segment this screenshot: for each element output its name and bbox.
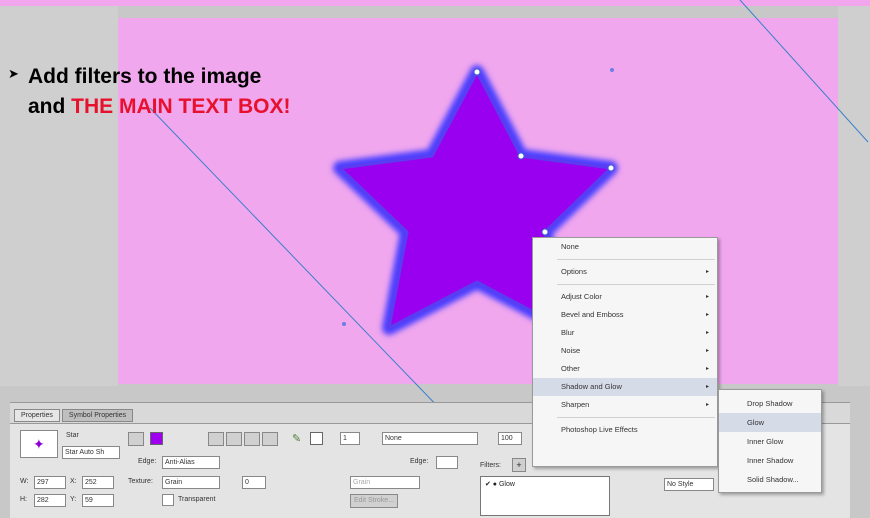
menu-item-bevel-emboss[interactable]: Bevel and Emboss ▸ bbox=[533, 306, 717, 324]
arrow-icon: ➤ bbox=[8, 66, 19, 81]
texture-label: Texture: bbox=[128, 478, 153, 485]
submenu-item-inner-glow[interactable]: Inner Glow bbox=[719, 432, 821, 451]
filter-item[interactable]: ✔ ● Glow bbox=[485, 480, 605, 488]
tool-button-1[interactable] bbox=[208, 432, 224, 446]
menu-item-options[interactable]: Options ▸ bbox=[533, 263, 717, 281]
stroke-type-select[interactable]: None bbox=[382, 432, 478, 445]
stroke-texture-select[interactable]: Grain bbox=[350, 476, 420, 489]
stroke-color-swatch[interactable] bbox=[310, 432, 323, 445]
tool-button-2[interactable] bbox=[226, 432, 242, 446]
shadow-glow-submenu: Drop Shadow Glow Inner Glow Inner Shadow… bbox=[718, 389, 822, 493]
tool-button-4[interactable] bbox=[262, 432, 278, 446]
submenu-item-drop-shadow[interactable]: Drop Shadow bbox=[719, 394, 821, 413]
chevron-right-icon: ▸ bbox=[705, 312, 709, 318]
object-name-field[interactable]: Star Auto Sh bbox=[62, 446, 120, 459]
texture-select[interactable]: Grain bbox=[162, 476, 220, 489]
y-label: Y: bbox=[70, 496, 77, 503]
edit-stroke-button[interactable]: Edit Stroke... bbox=[350, 494, 398, 508]
object-thumbnail bbox=[20, 430, 58, 458]
tool-button-3[interactable] bbox=[244, 432, 260, 446]
submenu-item-glow[interactable]: Glow bbox=[719, 413, 821, 432]
menu-separator bbox=[557, 417, 715, 418]
menu-item-sharpen[interactable]: Sharpen ▸ bbox=[533, 396, 717, 414]
tab-symbol-properties[interactable]: Symbol Properties bbox=[61, 409, 134, 422]
h-label: H: bbox=[20, 496, 27, 503]
tab-properties[interactable]: Properties bbox=[14, 409, 60, 422]
menu-item-noise[interactable]: Noise ▸ bbox=[533, 342, 717, 360]
menu-item-none[interactable]: None bbox=[533, 238, 717, 256]
chevron-right-icon: ▸ bbox=[705, 402, 709, 408]
chevron-right-icon: ▸ bbox=[705, 269, 709, 275]
fill-bucket-icon[interactable] bbox=[128, 432, 144, 446]
stroke-size-field[interactable]: 1 bbox=[340, 432, 360, 445]
menu-separator bbox=[557, 259, 715, 260]
chevron-right-icon: ▸ bbox=[705, 330, 709, 336]
menu-item-shadow-glow[interactable]: Shadow and Glow ▸ bbox=[533, 378, 717, 396]
pasteboard-right bbox=[838, 6, 870, 386]
filters-list[interactable]: ✔ ● Glow bbox=[480, 476, 610, 516]
submenu-item-inner-shadow[interactable]: Inner Shadow bbox=[719, 451, 821, 470]
chevron-right-icon: ▸ bbox=[705, 366, 709, 372]
x-label: X: bbox=[70, 478, 77, 485]
transparent-checkbox[interactable] bbox=[162, 494, 174, 506]
y-field[interactable]: 59 bbox=[82, 494, 114, 507]
transparent-label: Transparent bbox=[178, 496, 216, 503]
w-label: W: bbox=[20, 478, 29, 485]
opacity-field[interactable]: 100 bbox=[498, 432, 522, 445]
texture-amount-field[interactable]: 0 bbox=[242, 476, 266, 489]
menu-item-other[interactable]: Other ▸ bbox=[533, 360, 717, 378]
filters-context-menu: None Options ▸ Adjust Color ▸ Bevel and Em… bbox=[532, 237, 718, 467]
chevron-right-icon: ▸ bbox=[705, 294, 709, 300]
add-filter-button[interactable]: + bbox=[512, 458, 526, 472]
submenu-item-solid-shadow[interactable]: Solid Shadow... bbox=[719, 470, 821, 489]
stroke-edge-label: Edge: bbox=[410, 458, 429, 465]
filters-label: Filters: bbox=[480, 462, 501, 469]
menu-separator bbox=[557, 284, 715, 285]
chevron-right-icon: ▸ bbox=[705, 348, 709, 354]
panel-tabs: Properties Symbol Properties bbox=[14, 409, 134, 422]
chevron-right-icon: ▸ bbox=[705, 384, 709, 390]
stroke-edge-field[interactable] bbox=[436, 456, 458, 469]
edge-select[interactable]: Anti-Alias bbox=[162, 456, 220, 469]
pencil-icon[interactable]: ✎ bbox=[292, 432, 301, 445]
edge-label: Edge: bbox=[138, 458, 157, 465]
annotation-highlight: THE MAIN TEXT BOX! bbox=[71, 95, 291, 118]
annotation-line-2: and THE MAIN TEXT BOX! bbox=[28, 95, 291, 118]
annotation-line-1: Add filters to the image bbox=[28, 65, 262, 88]
object-type: Star bbox=[66, 432, 79, 439]
menu-item-adjust-color[interactable]: Adjust Color ▸ bbox=[533, 288, 717, 306]
menu-item-photoshop-live-effects[interactable]: Photoshop Live Effects bbox=[533, 421, 717, 439]
fill-color-swatch[interactable] bbox=[150, 432, 163, 445]
style-select[interactable]: No Style bbox=[664, 478, 714, 491]
menu-item-blur[interactable]: Blur ▸ bbox=[533, 324, 717, 342]
annotation-text: Add filters to the image and THE MAIN TE… bbox=[28, 62, 291, 122]
w-field[interactable]: 297 bbox=[34, 476, 66, 489]
x-field[interactable]: 252 bbox=[82, 476, 114, 489]
h-field[interactable]: 282 bbox=[34, 494, 66, 507]
